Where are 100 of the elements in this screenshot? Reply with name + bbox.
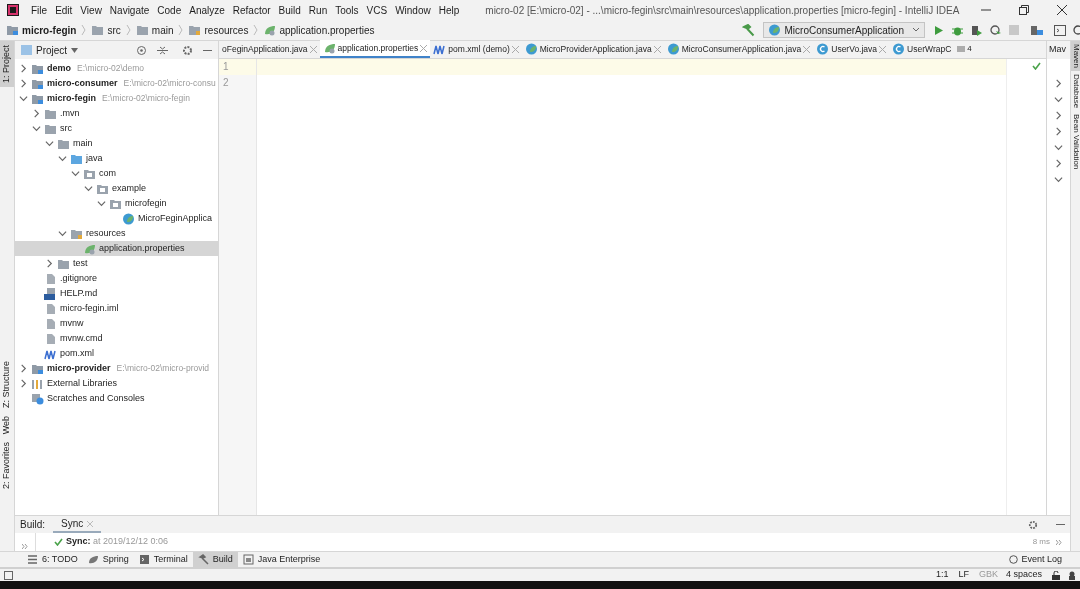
menu-item[interactable]: Window <box>391 2 435 18</box>
chevron-right-icon[interactable] <box>32 109 41 118</box>
menu-item[interactable]: View <box>76 2 106 18</box>
lock-icon[interactable] <box>1052 570 1060 580</box>
collapse-icon[interactable] <box>157 44 168 56</box>
indent-setting[interactable]: 4 spaces <box>1005 568 1042 582</box>
menu-item[interactable]: Code <box>153 2 186 18</box>
tree-item[interactable]: micro-fegin E:\micro-02\micro-fegin <box>15 91 218 106</box>
chevron-right-icon[interactable] <box>1054 79 1063 88</box>
tool-window-stripe-button[interactable]: Bean Validation <box>1071 111 1080 173</box>
tree-item[interactable]: .mvn <box>15 106 218 121</box>
event-log-button[interactable]: Event Log <box>1009 552 1062 567</box>
tree-item[interactable]: java <box>15 151 218 166</box>
menu-item[interactable]: Analyze <box>185 2 229 18</box>
tool-window-stripe-button[interactable]: Database <box>1071 71 1080 112</box>
menu-item[interactable]: Tools <box>331 2 363 18</box>
chevron-down-icon[interactable] <box>1054 95 1063 104</box>
tree-item[interactable]: mvnw <box>15 316 218 331</box>
project-structure-icon[interactable] <box>1031 24 1043 36</box>
restore-icon[interactable] <box>1019 5 1029 15</box>
chevron-right-icon[interactable] <box>1054 159 1063 168</box>
settings-icon[interactable] <box>182 44 193 56</box>
menu-item[interactable]: Edit <box>51 2 77 18</box>
tree-item-label: .gitignore <box>60 271 98 285</box>
panel-title[interactable]: Project <box>36 42 68 58</box>
breadcrumb[interactable]: resources <box>204 22 249 38</box>
spring-class-icon <box>122 212 135 225</box>
menu-item[interactable]: File <box>27 2 52 18</box>
markdown-file-icon <box>44 287 57 300</box>
tree-item[interactable]: External Libraries <box>15 376 218 391</box>
run-configuration-dropdown[interactable]: MicroConsumerApplication <box>762 22 925 38</box>
editor-tab[interactable]: MicroConsumerApplication.java <box>663 40 814 58</box>
hammer-icon[interactable] <box>741 23 755 37</box>
breadcrumb[interactable]: micro-fegin <box>22 22 77 38</box>
tree-item[interactable]: mvnw.cmd <box>15 331 218 346</box>
tree-item[interactable]: .gitignore <box>15 271 218 286</box>
tool-window-button[interactable]: Spring <box>82 551 134 568</box>
tree-item[interactable]: demo E:\micro-02\demo <box>15 61 218 76</box>
breadcrumb[interactable]: application.properties <box>279 22 375 38</box>
tool-window-stripe-button[interactable]: 2: Favorites <box>0 438 14 494</box>
editor-tab[interactable]: MicroProviderApplication.java <box>521 40 664 58</box>
editor-tab[interactable]: UserVo.java <box>813 40 890 58</box>
breadcrumb[interactable]: main <box>151 22 174 38</box>
window-icon[interactable] <box>1054 24 1066 36</box>
tool-window-stripe-button[interactable]: 1: Project <box>0 41 14 88</box>
caret-position[interactable]: 1:1 <box>935 568 949 582</box>
tree-item[interactable]: micro-provider E:\micro-02\micro-provid <box>15 361 218 376</box>
tree-item[interactable]: micro-consumer E:\micro-02\micro-consu <box>15 76 218 91</box>
menu-item[interactable]: Run <box>304 2 332 18</box>
chevron-down-icon[interactable] <box>1054 143 1063 152</box>
tree-item[interactable]: application.properties <box>15 241 218 256</box>
tool-window-button[interactable]: Build <box>192 551 238 568</box>
tree-item[interactable]: micro-fegin.iml <box>15 301 218 316</box>
tool-window-stripe-button[interactable]: Z: Structure <box>0 357 14 413</box>
tree-item[interactable]: pom.xml <box>15 346 218 361</box>
tree-item[interactable]: src <box>15 121 218 136</box>
close-icon[interactable] <box>1057 5 1067 15</box>
chevron-down-icon[interactable] <box>1054 175 1063 184</box>
tool-window-stripe-button[interactable]: Web <box>0 412 14 439</box>
chevron-right-icon[interactable] <box>45 259 54 268</box>
profiler-icon[interactable] <box>990 24 1001 36</box>
editor-tab[interactable]: oFeginApplication.java <box>219 40 320 58</box>
menu-item[interactable]: VCS <box>362 2 392 18</box>
search-icon[interactable] <box>1072 24 1080 36</box>
line-separator[interactable]: LF <box>958 568 969 582</box>
tool-window-button[interactable]: Terminal <box>133 551 193 568</box>
menu-item[interactable]: Build <box>274 2 305 18</box>
chevron-down-icon[interactable] <box>19 94 28 103</box>
coverage-icon[interactable] <box>971 24 982 36</box>
settings-icon[interactable] <box>1028 519 1038 530</box>
menu-item[interactable]: Navigate <box>105 2 154 18</box>
tool-window-button[interactable]: Java Enterprise <box>237 551 326 568</box>
tool-window-stripe-button[interactable]: Maven <box>1071 41 1080 71</box>
chevron-down-icon[interactable] <box>58 229 67 238</box>
tree-item[interactable]: Scratches and Consoles <box>15 391 218 406</box>
editor-tab[interactable]: application.properties <box>319 40 431 58</box>
menu-item[interactable]: Help <box>434 2 464 18</box>
tree-item[interactable]: test <box>15 256 218 271</box>
menu-item[interactable]: Refactor <box>228 2 275 18</box>
run-icon[interactable] <box>933 24 944 36</box>
file-icon <box>44 272 57 285</box>
panel-toggle-icon[interactable] <box>4 570 13 580</box>
tree-item[interactable]: microfegin <box>15 196 218 211</box>
locate-icon[interactable] <box>136 44 147 56</box>
tree-item[interactable]: main <box>15 136 218 151</box>
class-icon <box>816 43 830 55</box>
tree-item[interactable]: resources <box>15 226 218 241</box>
editor-tab[interactable]: pom.xml (demo) <box>430 40 522 58</box>
tree-item[interactable]: example <box>15 181 218 196</box>
inspector-icon[interactable] <box>1068 570 1076 580</box>
hidden-tabs-count: 4 <box>967 43 972 55</box>
breadcrumb[interactable]: src <box>107 22 121 38</box>
tree-item-label: com <box>99 166 116 180</box>
editor-tab[interactable]: UserWrapC <box>889 40 955 58</box>
tool-window-button[interactable]: 6: TODO <box>22 551 83 568</box>
tree-item[interactable]: MicroFeginApplica <box>15 211 218 226</box>
tree-item[interactable]: com <box>15 166 218 181</box>
panel-tab[interactable]: Sync <box>53 516 102 533</box>
caret-icon[interactable] <box>71 47 79 53</box>
tree-item[interactable]: HELP.md <box>15 286 218 301</box>
